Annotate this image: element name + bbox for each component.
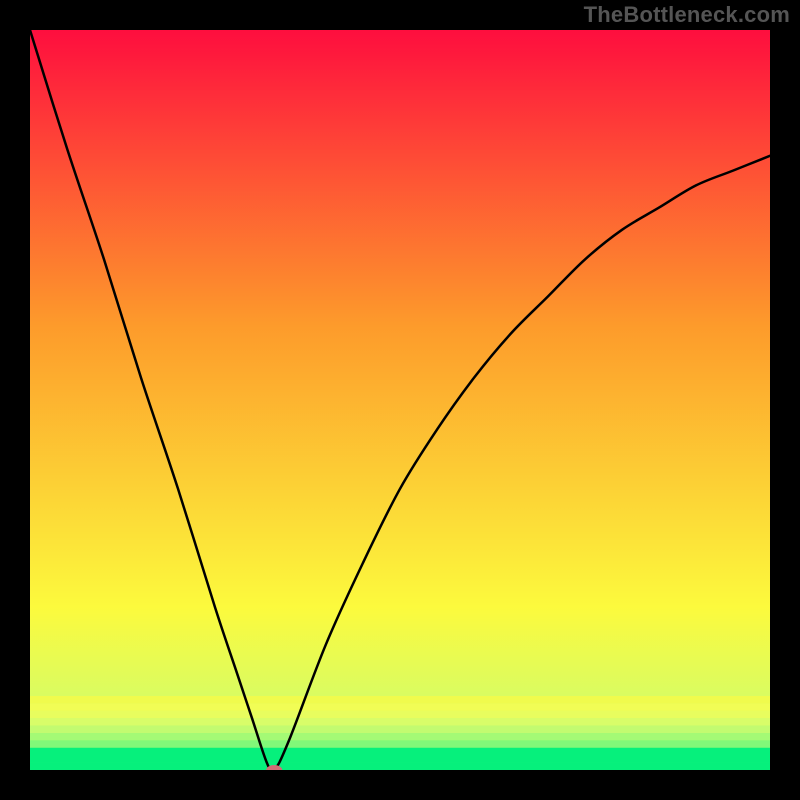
optimum-marker	[30, 30, 770, 770]
chart-frame: TheBottleneck.com	[0, 0, 800, 800]
watermark: TheBottleneck.com	[584, 2, 790, 28]
plot-area	[30, 30, 770, 770]
